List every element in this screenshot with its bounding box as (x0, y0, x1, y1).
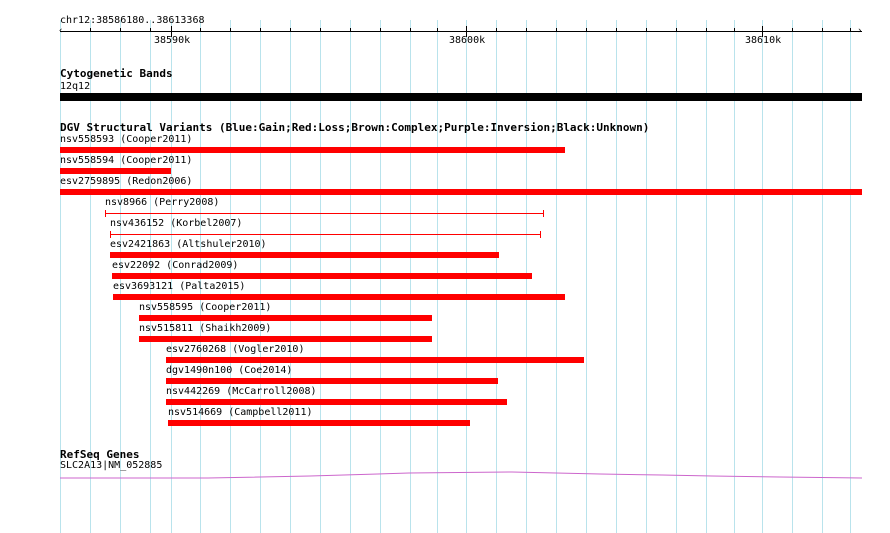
variant-label: nsv514669 (Campbell2011) (168, 407, 313, 418)
variant-bar[interactable] (168, 420, 470, 426)
ruler-tick-label: 38590k (154, 35, 191, 46)
variant-bar[interactable] (60, 168, 171, 174)
variant-line-end (540, 231, 541, 238)
variant-line-end (110, 231, 111, 238)
ruler-minor-tick (706, 28, 707, 32)
variant-bar[interactable] (139, 336, 432, 342)
ruler-minor-tick (260, 28, 261, 32)
variant-label: esv2421863 (Altshuler2010) (110, 239, 267, 250)
ruler-minor-tick (850, 28, 851, 32)
variant-bar[interactable] (166, 357, 584, 363)
ruler-minor-tick (616, 28, 617, 32)
ruler-minor-tick (150, 28, 151, 32)
variant-label: esv2759895 (Redon2006) (60, 176, 193, 187)
ruler-minor-tick (822, 28, 823, 32)
ruler-left-arrow-icon: ‹ (58, 26, 64, 36)
variant-label: esv3693121 (Palta2015) (113, 281, 246, 292)
dgv-track-title: DGV Structural Variants (Blue:Gain;Red:L… (60, 121, 650, 134)
ruler-minor-tick (320, 28, 321, 32)
variant-label: nsv515811 (Shaikh2009) (139, 323, 272, 334)
ruler-minor-tick (437, 28, 438, 32)
ruler-minor-tick (734, 28, 735, 32)
ruler-minor-tick (526, 28, 527, 32)
ruler-minor-tick (556, 28, 557, 32)
ruler-minor-tick (290, 28, 291, 32)
variant-label: nsv8966 (Perry2008) (105, 197, 220, 208)
gene-line (60, 471, 862, 479)
variant-line-end (543, 210, 544, 217)
variant-label: nsv558594 (Cooper2011) (60, 155, 193, 166)
genome-browser-view[interactable]: chr12:38586180..38613368 ‹ › 38590k 3860… (0, 0, 890, 533)
variant-bar[interactable] (112, 273, 532, 279)
variant-label: nsv558595 (Cooper2011) (139, 302, 272, 313)
ruler-minor-tick (676, 28, 677, 32)
variant-bar[interactable] (110, 252, 499, 258)
variant-line-end (105, 210, 106, 217)
variant-line[interactable] (105, 213, 544, 214)
ruler-range-label: chr12:38586180..38613368 (60, 15, 205, 26)
ruler-minor-tick (792, 28, 793, 32)
ruler-minor-tick (586, 28, 587, 32)
ruler-minor-tick (200, 28, 201, 32)
ruler-minor-tick (410, 28, 411, 32)
ruler-minor-tick (496, 28, 497, 32)
variant-bar[interactable] (60, 147, 565, 153)
variant-bar[interactable] (60, 189, 862, 195)
ruler-minor-tick (350, 28, 351, 32)
variant-label: dgv1490n100 (Coe2014) (166, 365, 293, 376)
variant-bar[interactable] (113, 294, 565, 300)
cytoband-track-title: Cytogenetic Bands (60, 67, 173, 80)
ruler-minor-tick (120, 28, 121, 32)
ruler-tick-label: 38610k (745, 35, 782, 46)
gene-model[interactable] (60, 470, 862, 482)
ruler-tick-label: 38600k (449, 35, 486, 46)
variant-label: esv2760268 (Vogler2010) (166, 344, 305, 355)
cytoband-label: 12q12 (60, 81, 91, 92)
ruler-minor-tick (90, 28, 91, 32)
variant-label: nsv558593 (Cooper2011) (60, 134, 193, 145)
variant-label: nsv436152 (Korbel2007) (110, 218, 243, 229)
ruler-minor-tick (230, 28, 231, 32)
variant-label: esv22092 (Conrad2009) (112, 260, 239, 271)
ruler-right-arrow-icon: › (857, 26, 863, 36)
cytoband-bar[interactable] (60, 93, 862, 101)
ruler-minor-tick (380, 28, 381, 32)
variant-label: nsv442269 (McCarroll2008) (166, 386, 317, 397)
ruler-line[interactable] (60, 31, 862, 32)
variant-bar[interactable] (166, 399, 507, 405)
variant-line[interactable] (110, 234, 541, 235)
ruler-minor-tick (646, 28, 647, 32)
variant-bar[interactable] (139, 315, 432, 321)
variant-bar[interactable] (166, 378, 498, 384)
